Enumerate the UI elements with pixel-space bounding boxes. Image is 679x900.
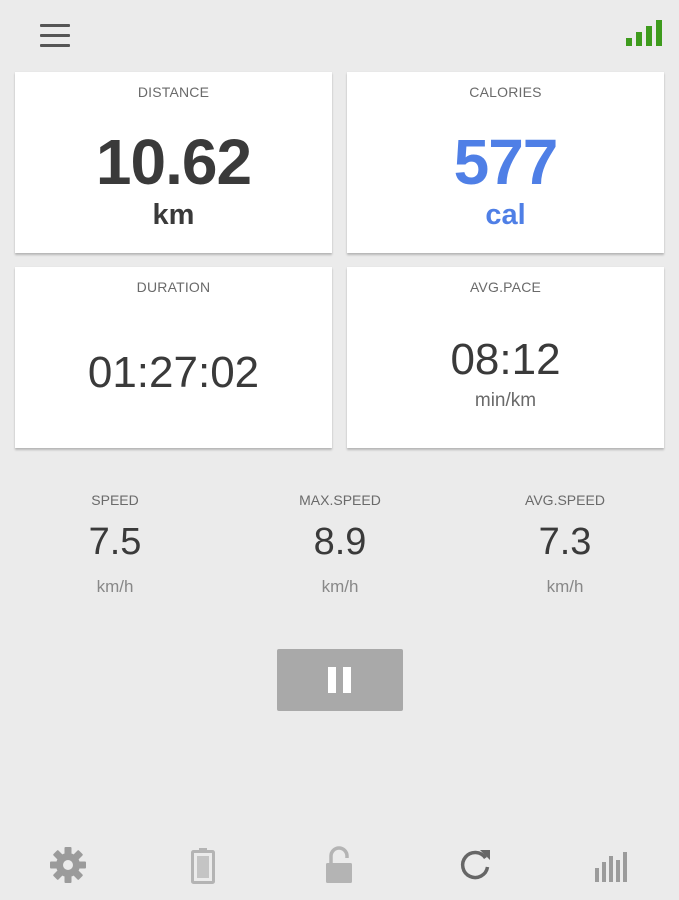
avg-pace-card: AVG.PACE 08:12 min/km xyxy=(347,267,664,448)
max-speed-stat: MAX.SPEED 8.9 km/h xyxy=(260,492,420,597)
calories-card: CALORIES 577 cal xyxy=(347,72,664,253)
calories-value: 577 xyxy=(453,126,559,198)
refresh-button[interactable] xyxy=(450,840,500,890)
lock-button[interactable] xyxy=(314,840,364,890)
refresh-icon xyxy=(460,850,490,880)
duration-card: DURATION 01:27:02 xyxy=(15,267,332,448)
calories-unit: cal xyxy=(485,199,526,231)
gear-icon xyxy=(50,847,86,883)
battery-icon xyxy=(191,848,215,884)
duration-value: 01:27:02 xyxy=(87,348,260,397)
speed-unit: km/h xyxy=(96,577,134,596)
top-bar xyxy=(0,0,679,70)
gps-signal-icon xyxy=(626,20,662,46)
distance-card: DISTANCE 10.62 km xyxy=(15,72,332,253)
max-speed-value: 8.9 xyxy=(313,521,367,563)
max-speed-unit: km/h xyxy=(321,577,359,596)
speed-label: SPEED xyxy=(91,492,139,508)
pause-button[interactable] xyxy=(277,649,403,711)
distance-value: 10.62 xyxy=(95,126,252,198)
bottom-nav xyxy=(0,830,679,900)
settings-button[interactable] xyxy=(43,840,93,890)
statistics-button[interactable] xyxy=(587,840,637,890)
avg-speed-unit: km/h xyxy=(546,577,584,596)
bar-chart-icon xyxy=(595,852,627,882)
calories-label: CALORIES xyxy=(469,84,542,100)
duration-label: DURATION xyxy=(136,279,211,295)
avg-pace-unit: min/km xyxy=(474,390,537,411)
app-screen: DISTANCE 10.62 km CALORIES 577 cal DURAT… xyxy=(0,0,679,900)
avg-speed-stat: AVG.SPEED 7.3 km/h xyxy=(485,492,645,597)
avg-speed-value: 7.3 xyxy=(538,521,592,563)
distance-label: DISTANCE xyxy=(137,84,210,100)
avg-pace-value: 08:12 xyxy=(450,335,561,384)
avg-speed-label: AVG.SPEED xyxy=(525,492,605,508)
battery-button[interactable] xyxy=(178,840,228,890)
avg-pace-label: AVG.PACE xyxy=(469,279,542,295)
speed-stat: SPEED 7.5 km/h xyxy=(35,492,195,597)
distance-unit: km xyxy=(152,199,195,231)
hamburger-menu-icon[interactable] xyxy=(40,24,72,50)
lock-icon xyxy=(326,846,352,883)
max-speed-label: MAX.SPEED xyxy=(299,492,381,508)
speed-value: 7.5 xyxy=(88,521,142,563)
